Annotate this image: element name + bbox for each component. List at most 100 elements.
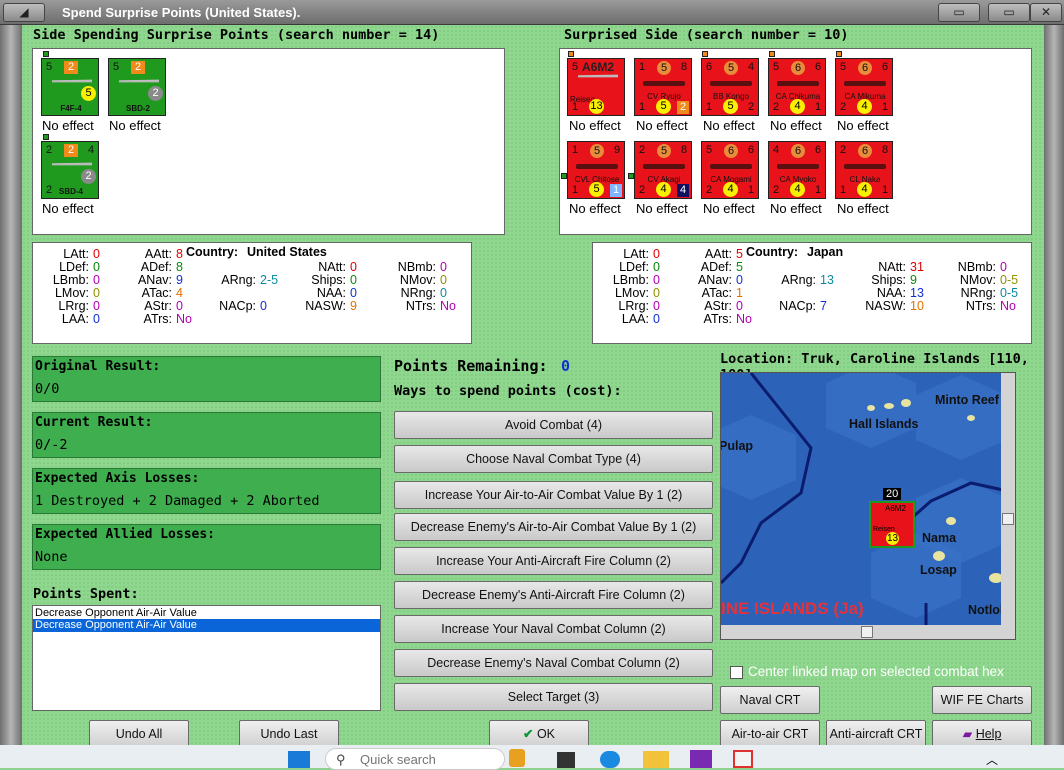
stat-value: 0 xyxy=(440,273,447,287)
ok-button[interactable]: ✔ OK xyxy=(489,720,589,748)
unit-counter-a6m2[interactable]: 5 A6M2 Reisen 1 13 xyxy=(567,58,625,116)
taskbar: ⚲ ︿ xyxy=(0,745,1064,770)
stat-label: Ships: xyxy=(311,273,346,287)
list-item[interactable]: Decrease Opponent Air-Air Value xyxy=(33,606,380,619)
unit-counter-ca-mikuma[interactable]: 5 6 6 CA Mikuma 2 4 1 xyxy=(835,58,893,116)
stat-label: NBmb: xyxy=(397,260,436,274)
unit-effect: No effect xyxy=(636,118,688,133)
choose-naval-combat-type-button[interactable]: Choose Naval Combat Type (4) xyxy=(394,445,713,473)
axis-losses-panel: Expected Axis Losses: 1 Destroyed + 2 Da… xyxy=(32,468,381,514)
unit-value: 4 xyxy=(857,99,872,114)
unit-counter-ca-chikuma[interactable]: 5 6 6 CA Chikuma 2 4 1 xyxy=(768,58,826,116)
unit-effect: No effect xyxy=(837,201,889,216)
map-horizontal-scrollbar[interactable] xyxy=(721,625,1015,639)
air-to-air-crt-button[interactable]: Air-to-air CRT xyxy=(720,720,820,748)
unit-value: 5 xyxy=(590,144,604,158)
unit-counter-f4f4[interactable]: 5 2 5 F4F-4 xyxy=(41,58,99,116)
unit-value: 1 xyxy=(814,101,822,113)
unit-value: 5 xyxy=(112,61,120,73)
decrease-enemy-naval-combat-button[interactable]: Decrease Enemy's Naval Combat Column (2) xyxy=(394,649,713,677)
stat-label: NBmb: xyxy=(957,260,996,274)
stat-label: NASW: xyxy=(305,299,346,313)
stat-value: 0-5 xyxy=(1000,286,1019,300)
unit-counter-cl-naka[interactable]: 2 6 8 CL Naka 1 4 1 xyxy=(835,141,893,199)
chevron-up-icon[interactable]: ︿ xyxy=(986,751,998,768)
stat-value: 0 xyxy=(736,273,743,287)
naval-crt-button[interactable]: Naval CRT xyxy=(720,686,820,714)
unit-counter-ca-myoko[interactable]: 4 6 6 CA Myoko 2 4 1 xyxy=(768,141,826,199)
stat-label: LRrg: xyxy=(618,299,649,313)
stat-label: LAA: xyxy=(61,312,89,326)
minimize-button[interactable]: ▭ xyxy=(938,3,980,22)
search-input[interactable] xyxy=(360,752,490,767)
windows-start-icon[interactable] xyxy=(288,751,310,768)
avoid-combat-button[interactable]: Avoid Combat (4) xyxy=(394,411,713,439)
taskbar-search[interactable]: ⚲ xyxy=(325,748,505,770)
unit-counter-sbd4[interactable]: 2 4 2 2 2 SBD-4 xyxy=(41,141,99,199)
unit-counter-sbd2[interactable]: 5 2 2 SBD-2 xyxy=(108,58,166,116)
increase-anti-aircraft-button[interactable]: Increase Your Anti-Aircraft Fire Column … xyxy=(394,547,713,575)
unit-counter-ca-mogami[interactable]: 5 6 6 CA Mogami 2 4 1 xyxy=(701,141,759,199)
stat-value: 0 xyxy=(440,286,447,300)
unit-effect: No effect xyxy=(837,118,889,133)
stat-value: No xyxy=(440,299,456,313)
linked-map[interactable]: Minto Reef Hall Islands Pulap Nama Losap… xyxy=(720,372,1016,640)
help-book-icon: ▰ xyxy=(962,727,973,741)
stack-count: 20 xyxy=(883,488,902,500)
app-icon[interactable] xyxy=(557,752,575,768)
increase-air-to-air-button[interactable]: Increase Your Air-to-Air Combat Value By… xyxy=(394,481,713,509)
wif-fe-charts-button[interactable]: WIF FE Charts xyxy=(932,686,1032,714)
maximize-button[interactable]: ▭ xyxy=(988,3,1030,22)
window-menu-button[interactable]: ◢ xyxy=(3,3,45,22)
stat-label: ATac: xyxy=(701,286,732,300)
unit-value: 2 xyxy=(638,184,646,196)
map-vertical-scrollbar[interactable] xyxy=(1001,373,1015,627)
stat-value: 8 xyxy=(176,260,183,274)
ways-label: Ways to spend points (cost): xyxy=(394,383,622,399)
unit-value: 2 xyxy=(839,144,847,156)
unit-value: 1 xyxy=(571,144,579,156)
stat-label: ADef: xyxy=(140,260,172,274)
stat-label: NTrs: xyxy=(965,299,996,313)
unit-counter-cv-ryujo[interactable]: 1 5 8 CV Ryujo 1 5 2 xyxy=(634,58,692,116)
decrease-enemy-air-to-air-button[interactable]: Decrease Enemy's Air-to-Air Combat Value… xyxy=(394,513,713,541)
close-button[interactable]: ✕ xyxy=(1030,3,1062,22)
center-map-checkbox[interactable] xyxy=(730,666,743,679)
right-side-header: Surprised Side (search number = 10) xyxy=(564,27,849,43)
scroll-thumb[interactable] xyxy=(1002,513,1014,525)
stat-label: AStr: xyxy=(144,299,172,313)
select-target-button[interactable]: Select Target (3) xyxy=(394,683,713,711)
anti-aircraft-crt-button[interactable]: Anti-aircraft CRT xyxy=(826,720,926,748)
app-icon[interactable] xyxy=(509,749,525,767)
scroll-thumb[interactable] xyxy=(861,626,873,638)
increase-naval-combat-button[interactable]: Increase Your Naval Combat Column (2) xyxy=(394,615,713,643)
axis-losses-value: 1 Destroyed + 2 Damaged + 2 Aborted xyxy=(35,493,320,509)
edge-icon[interactable] xyxy=(600,751,620,768)
unit-counter-cvl-chitose[interactable]: 1 5 9 CVL Chitose 1 5 1 xyxy=(567,141,625,199)
help-button[interactable]: ▰ Help xyxy=(932,720,1032,748)
stat-label: AAtt: xyxy=(704,247,732,261)
unit-counter-cv-akagi[interactable]: 2 5 8 CV Akagi 2 4 4 xyxy=(634,141,692,199)
folder-icon[interactable] xyxy=(643,751,669,768)
checkmark-icon: ✔ xyxy=(522,727,534,741)
undo-all-button[interactable]: Undo All xyxy=(89,720,189,748)
map-unit-counter[interactable]: A6M2 Reisen 13 xyxy=(869,501,915,548)
points-spent-list[interactable]: Decrease Opponent Air-Air Value Decrease… xyxy=(32,605,381,711)
unit-value: 1 xyxy=(610,184,622,197)
unit-value: 2 xyxy=(839,101,847,113)
decrease-enemy-anti-aircraft-button[interactable]: Decrease Enemy's Anti-Aircraft Fire Colu… xyxy=(394,581,713,609)
stat-value: 0 xyxy=(350,286,357,300)
app-icon[interactable] xyxy=(690,750,712,768)
list-item-selected[interactable]: Decrease Opponent Air-Air Value xyxy=(33,619,380,632)
unit-effect: No effect xyxy=(569,118,621,133)
unit-value: 6 xyxy=(724,144,738,158)
unit-marker xyxy=(836,51,842,57)
unit-value: 6 xyxy=(705,61,713,73)
unit-effect: No effect xyxy=(770,118,822,133)
app-icon[interactable] xyxy=(733,750,753,768)
unit-counter-bb-kongo[interactable]: 6 5 4 BB Kongo 1 5 2 xyxy=(701,58,759,116)
undo-last-button[interactable]: Undo Last xyxy=(239,720,339,748)
unit-value: 4 xyxy=(790,99,805,114)
stat-value: 0 xyxy=(440,260,447,274)
original-result-value: 0/0 xyxy=(35,381,60,397)
